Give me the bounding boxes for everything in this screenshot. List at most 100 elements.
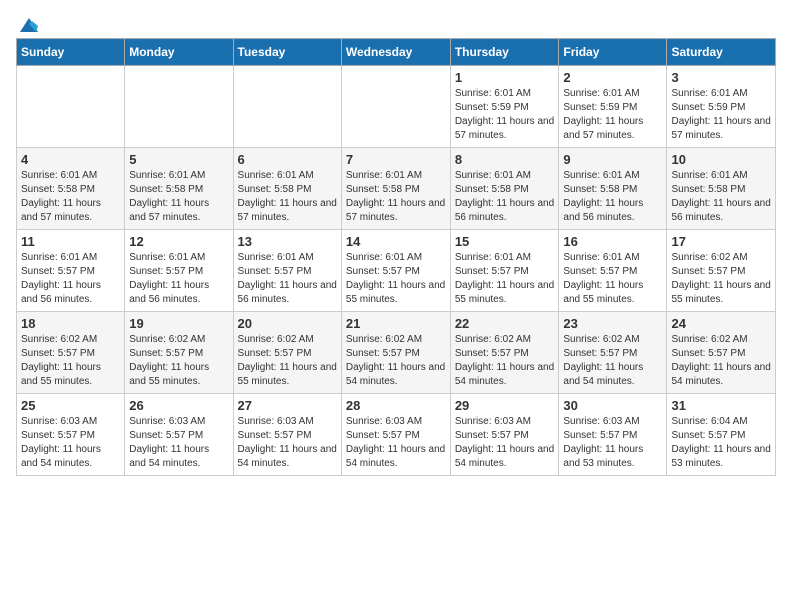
header-friday: Friday	[559, 39, 667, 66]
calendar-cell: 14Sunrise: 6:01 AMSunset: 5:57 PMDayligh…	[341, 230, 450, 312]
header-tuesday: Tuesday	[233, 39, 341, 66]
day-number: 16	[563, 234, 662, 249]
day-info: Sunrise: 6:02 AMSunset: 5:57 PMDaylight:…	[21, 333, 120, 389]
day-number: 8	[455, 152, 555, 167]
calendar-cell: 23 Sunrise: 6:02 AMSunset: 5:57 PMDayligh…	[559, 312, 667, 394]
logo-icon	[18, 16, 40, 34]
calendar-cell: 1Sunrise: 6:01 AMSunset: 5:59 PMDaylight…	[450, 66, 559, 148]
calendar-cell: 20 Sunrise: 6:02 AMSunset: 5:57 PMDayligh…	[233, 312, 341, 394]
calendar-cell: 9 Sunrise: 6:01 AMSunset: 5:58 PMDaylight…	[559, 148, 667, 230]
day-info: Sunrise: 6:01 AMSunset: 5:57 PMDaylight:…	[238, 251, 337, 307]
day-number: 9	[563, 152, 662, 167]
day-number: 24	[671, 316, 771, 331]
calendar-cell	[125, 66, 233, 148]
day-number: 17	[671, 234, 771, 249]
calendar-cell: 7 Sunrise: 6:01 AMSunset: 5:58 PMDaylight…	[341, 148, 450, 230]
calendar-cell: 3Sunrise: 6:01 AMSunset: 5:59 PMDaylight…	[667, 66, 776, 148]
calendar-cell: 12 Sunrise: 6:01 AMSunset: 5:57 PMDayligh…	[125, 230, 233, 312]
day-number: 18	[21, 316, 120, 331]
calendar-cell: 22Sunrise: 6:02 AMSunset: 5:57 PMDayligh…	[450, 312, 559, 394]
day-info: Sunrise: 6:01 AMSunset: 5:58 PMDaylight:…	[346, 169, 446, 225]
day-info: Sunrise: 6:01 AMSunset: 5:59 PMDaylight:…	[563, 87, 662, 143]
day-info: Sunrise: 6:02 AMSunset: 5:57 PMDaylight:…	[129, 333, 228, 389]
calendar-cell: 19Sunrise: 6:02 AMSunset: 5:57 PMDayligh…	[125, 312, 233, 394]
day-number: 12	[129, 234, 228, 249]
day-info: Sunrise: 6:01 AMSunset: 5:58 PMDaylight:…	[129, 169, 228, 225]
logo	[16, 16, 40, 30]
calendar-cell: 26 Sunrise: 6:03 AMSunset: 5:57 PMDayligh…	[125, 394, 233, 476]
calendar-cell: 30Sunrise: 6:03 AMSunset: 5:57 PMDayligh…	[559, 394, 667, 476]
day-info: Sunrise: 6:01 AMSunset: 5:59 PMDaylight:…	[671, 87, 771, 143]
day-info: Sunrise: 6:02 AMSunset: 5:57 PMDaylight:…	[671, 251, 771, 307]
week-row-0: 1 Sunrise: 6:01 AMSunset: 5:59 PMDaylight…	[17, 66, 776, 148]
day-info: Sunrise: 6:04 AMSunset: 5:57 PMDaylight:…	[671, 415, 771, 471]
page-header	[16, 16, 776, 30]
calendar-cell: 16 Sunrise: 6:01 AMSunset: 5:57 PMDayligh…	[559, 230, 667, 312]
day-number: 5	[129, 152, 228, 167]
day-number: 26	[129, 398, 228, 413]
calendar-cell: 27 Sunrise: 6:03 AMSunset: 5:57 PMDayligh…	[233, 394, 341, 476]
calendar-cell	[341, 66, 450, 148]
header-wednesday: Wednesday	[341, 39, 450, 66]
day-info: Sunrise: 6:01 AMSunset: 5:57 PMDaylight:…	[129, 251, 228, 307]
day-number: 27	[238, 398, 337, 413]
day-info: Sunrise: 6:01 AMSunset: 5:58 PMDaylight:…	[455, 169, 555, 225]
day-number: 7	[346, 152, 446, 167]
header-saturday: Saturday	[667, 39, 776, 66]
day-info: Sunrise: 6:01 AMSunset: 5:57 PMDaylight:…	[346, 251, 446, 307]
calendar-cell: 4Sunrise: 6:01 AMSunset: 5:58 PMDaylight…	[17, 148, 125, 230]
calendar-cell: 6 Sunrise: 6:01 AMSunset: 5:58 PMDaylight…	[233, 148, 341, 230]
calendar-cell	[233, 66, 341, 148]
week-row-1: 4 Sunrise: 6:01 AMSunset: 5:58 PMDaylight…	[17, 148, 776, 230]
calendar-cell	[17, 66, 125, 148]
day-number: 31	[671, 398, 771, 413]
header-thursday: Thursday	[450, 39, 559, 66]
day-info: Sunrise: 6:03 AMSunset: 5:57 PMDaylight:…	[455, 415, 555, 471]
week-row-3: 18 Sunrise: 6:02 AMSunset: 5:57 PMDayligh…	[17, 312, 776, 394]
day-info: Sunrise: 6:01 AMSunset: 5:58 PMDaylight:…	[238, 169, 337, 225]
calendar-cell: 31 Sunrise: 6:04 AMSunset: 5:57 PMDayligh…	[667, 394, 776, 476]
day-info: Sunrise: 6:02 AMSunset: 5:57 PMDaylight:…	[346, 333, 446, 389]
day-info: Sunrise: 6:02 AMSunset: 5:57 PMDaylight:…	[455, 333, 555, 389]
calendar-cell: 24Sunrise: 6:02 AMSunset: 5:57 PMDayligh…	[667, 312, 776, 394]
calendar-cell: 29 Sunrise: 6:03 AMSunset: 5:57 PMDayligh…	[450, 394, 559, 476]
day-info: Sunrise: 6:02 AMSunset: 5:57 PMDaylight:…	[563, 333, 662, 389]
day-info: Sunrise: 6:01 AMSunset: 5:57 PMDaylight:…	[21, 251, 120, 307]
day-number: 2	[563, 70, 662, 85]
calendar-cell: 28 Sunrise: 6:03 AMSunset: 5:57 PMDayligh…	[341, 394, 450, 476]
day-info: Sunrise: 6:01 AMSunset: 5:57 PMDaylight:…	[455, 251, 555, 307]
day-number: 6	[238, 152, 337, 167]
calendar-cell: 15 Sunrise: 6:01 AMSunset: 5:57 PMDayligh…	[450, 230, 559, 312]
day-number: 11	[21, 234, 120, 249]
day-number: 1	[455, 70, 555, 85]
calendar-cell: 11 Sunrise: 6:01 AMSunset: 5:57 PMDayligh…	[17, 230, 125, 312]
calendar-header: SundayMondayTuesdayWednesdayThursdayFrid…	[17, 39, 776, 66]
calendar-cell: 8 Sunrise: 6:01 AMSunset: 5:58 PMDaylight…	[450, 148, 559, 230]
day-info: Sunrise: 6:03 AMSunset: 5:57 PMDaylight:…	[129, 415, 228, 471]
calendar-cell: 2 Sunrise: 6:01 AMSunset: 5:59 PMDaylight…	[559, 66, 667, 148]
calendar-cell: 10Sunrise: 6:01 AMSunset: 5:58 PMDayligh…	[667, 148, 776, 230]
day-info: Sunrise: 6:01 AMSunset: 5:57 PMDaylight:…	[563, 251, 662, 307]
calendar-cell: 25Sunrise: 6:03 AMSunset: 5:57 PMDayligh…	[17, 394, 125, 476]
day-number: 28	[346, 398, 446, 413]
day-info: Sunrise: 6:01 AMSunset: 5:58 PMDaylight:…	[563, 169, 662, 225]
day-number: 21	[346, 316, 446, 331]
day-number: 23	[563, 316, 662, 331]
day-info: Sunrise: 6:02 AMSunset: 5:57 PMDaylight:…	[238, 333, 337, 389]
day-number: 15	[455, 234, 555, 249]
calendar-cell: 17 Sunrise: 6:02 AMSunset: 5:57 PMDayligh…	[667, 230, 776, 312]
day-number: 4	[21, 152, 120, 167]
day-number: 29	[455, 398, 555, 413]
calendar-table: SundayMondayTuesdayWednesdayThursdayFrid…	[16, 38, 776, 476]
day-number: 20	[238, 316, 337, 331]
week-row-4: 25Sunrise: 6:03 AMSunset: 5:57 PMDayligh…	[17, 394, 776, 476]
day-info: Sunrise: 6:03 AMSunset: 5:57 PMDaylight:…	[21, 415, 120, 471]
calendar-cell: 21 Sunrise: 6:02 AMSunset: 5:57 PMDayligh…	[341, 312, 450, 394]
day-info: Sunrise: 6:01 AMSunset: 5:58 PMDaylight:…	[671, 169, 771, 225]
calendar-cell: 13 Sunrise: 6:01 AMSunset: 5:57 PMDayligh…	[233, 230, 341, 312]
day-info: Sunrise: 6:03 AMSunset: 5:57 PMDaylight:…	[238, 415, 337, 471]
header-monday: Monday	[125, 39, 233, 66]
calendar-cell: 5 Sunrise: 6:01 AMSunset: 5:58 PMDaylight…	[125, 148, 233, 230]
day-number: 13	[238, 234, 337, 249]
day-info: Sunrise: 6:03 AMSunset: 5:57 PMDaylight:…	[346, 415, 446, 471]
